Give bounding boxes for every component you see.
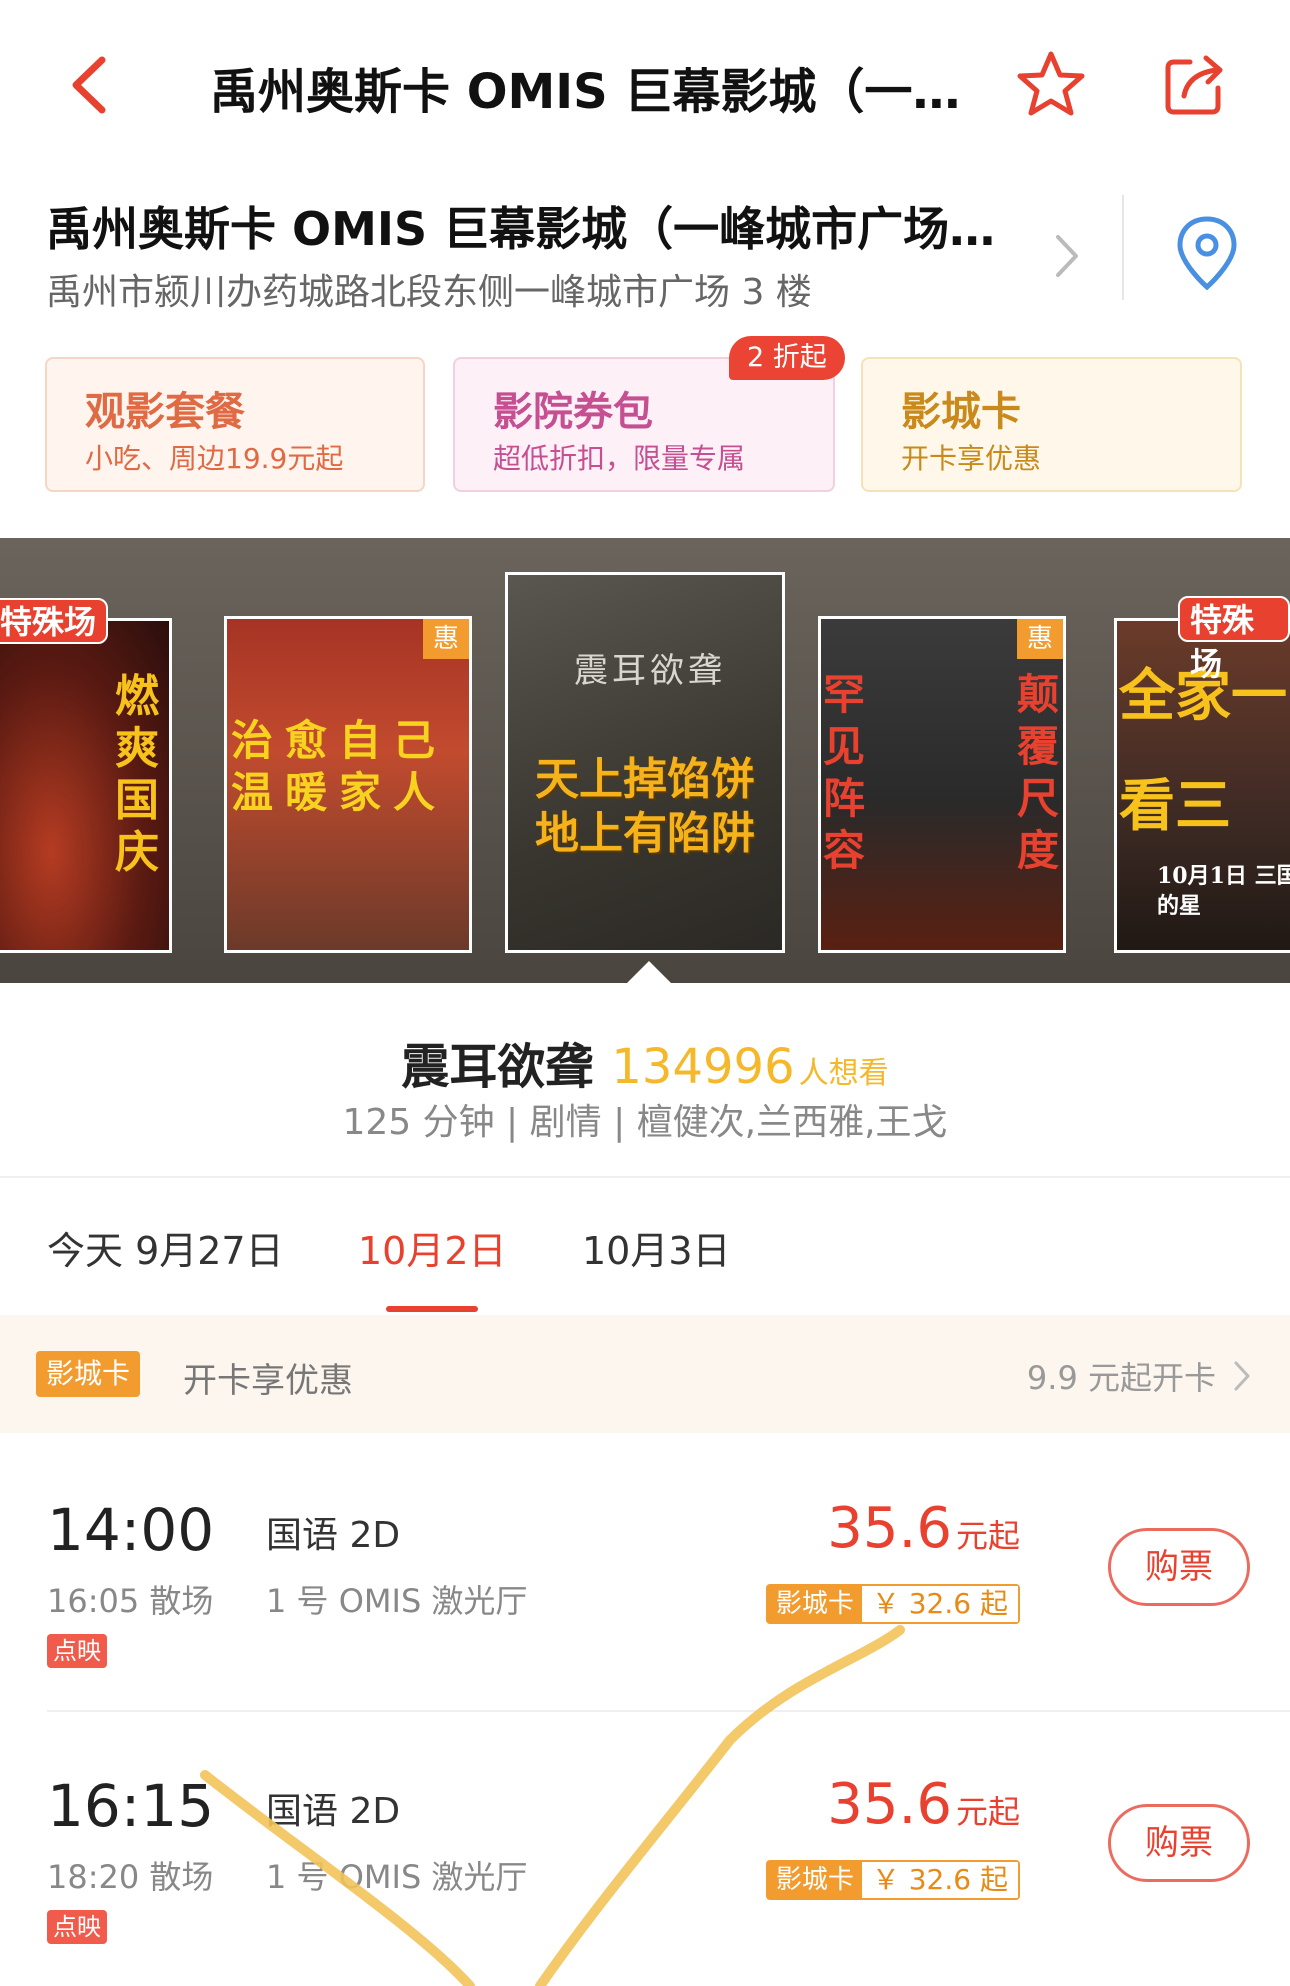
- chevron-right-icon: [1234, 1361, 1250, 1391]
- special-screening-tag: 特殊场: [1178, 596, 1290, 683]
- tab-date-oct3[interactable]: 10月3日: [582, 1220, 731, 1275]
- active-tab-indicator: [386, 1306, 478, 1312]
- buy-ticket-button[interactable]: 购票: [1108, 1528, 1250, 1606]
- end-time: 16:05 散场: [47, 1582, 214, 1620]
- date-tabs: 今天 9月27日 10月2日 10月3日: [0, 1178, 1290, 1313]
- hall-name: 1 号 OMIS 激光厅: [266, 1858, 528, 1896]
- cinema-card-price: 9.9 元起开卡: [1026, 1359, 1216, 1397]
- movie-poster-selected[interactable]: 震耳欲聋 天上掉馅饼 地上有陷阱: [505, 572, 785, 953]
- poster-carousel[interactable]: 燃爽国庆 特殊场 惠 治愈自己 温暖家人 震耳欲聋 天上掉馅饼 地上有陷阱 惠 …: [0, 538, 1290, 983]
- card-price-label: 影城卡: [767, 1862, 862, 1898]
- promo-title: 影院券包: [493, 389, 653, 435]
- card-price-value: ￥ 32.6 起: [861, 1586, 1018, 1622]
- top-nav-bar: 禹州奥斯卡 OMIS 巨幕影城（一…: [0, 0, 1290, 165]
- promo-title: 影城卡: [901, 389, 1021, 435]
- card-price-label: 影城卡: [767, 1586, 862, 1622]
- language-format: 国语 2D: [266, 1791, 401, 1832]
- poster-text: 天上掉馅饼 地上有陷阱: [535, 754, 755, 859]
- want-label: 人想看: [798, 1056, 889, 1091]
- promo-title: 观影套餐: [85, 389, 245, 435]
- movie-info: 震耳欲聋 134996 人想看 125 分钟 | 剧情 | 檀健次,兰西雅,王戈: [0, 985, 1290, 1175]
- promo-card-combo[interactable]: 观影套餐 小吃、周边19.9元起: [45, 357, 425, 492]
- price: 35.6 元起: [827, 1496, 1020, 1561]
- poster-text: 颠覆尺度: [1017, 670, 1060, 875]
- poster-text: 燃爽国庆: [115, 671, 159, 878]
- selected-indicator: [625, 961, 673, 983]
- special-screening-tag: 特殊场: [0, 598, 109, 644]
- preview-tag: 点映: [47, 1634, 107, 1668]
- poster-text: 治愈自己 温暖家人: [231, 716, 448, 817]
- divider: [1122, 195, 1124, 300]
- start-time: 14:00: [47, 1496, 215, 1564]
- language-format: 国语 2D: [266, 1515, 401, 1556]
- cinema-info[interactable]: 禹州奥斯卡 OMIS 巨幕影城（一峰城市广场… 禹州市颍川办药城路北段东侧一峰城…: [0, 165, 1290, 345]
- location-pin-icon[interactable]: [1172, 213, 1242, 293]
- price-unit: 元起: [955, 1793, 1020, 1831]
- movie-poster[interactable]: 惠 罕见阵容 颠覆尺度: [818, 616, 1066, 953]
- preview-tag: 点映: [47, 1910, 107, 1944]
- buy-ticket-button[interactable]: 购票: [1108, 1804, 1250, 1882]
- showtime-row[interactable]: 14:00 16:05 散场 点映 国语 2D 1 号 OMIS 激光厅 35.…: [0, 1436, 1290, 1711]
- page-title: 禹州奥斯卡 OMIS 巨幕影城（一…: [210, 64, 961, 120]
- poster-text: 10月1日 三国的星: [1157, 863, 1290, 919]
- promo-subtitle: 小吃、周边19.9元起: [85, 442, 344, 475]
- promo-card-cinema-card[interactable]: 影城卡 开卡享优惠: [861, 357, 1242, 492]
- promo-subtitle: 开卡享优惠: [901, 442, 1042, 475]
- card-price: 影城卡 ￥ 32.6 起: [765, 1584, 1020, 1624]
- chevron-left-icon[interactable]: [60, 50, 120, 120]
- card-price: 影城卡 ￥ 32.6 起: [765, 1860, 1020, 1900]
- price-value: 35.6: [827, 1496, 952, 1561]
- movie-title: 震耳欲聋: [401, 1039, 594, 1095]
- cinema-card-banner[interactable]: 影城卡 开卡享优惠 9.9 元起开卡: [0, 1315, 1290, 1433]
- price: 35.6 元起: [827, 1772, 1020, 1837]
- tab-date-oct2[interactable]: 10月2日: [358, 1220, 507, 1275]
- discount-tag: 惠: [423, 619, 469, 659]
- want-count: 134996: [611, 1039, 795, 1095]
- cinema-card-text: 开卡享优惠: [183, 1361, 353, 1401]
- showtime-row[interactable]: 16:15 18:20 散场 点映 国语 2D 1 号 OMIS 激光厅 35.…: [0, 1712, 1290, 1986]
- poster-text: 罕见阵容: [823, 670, 866, 875]
- poster-title: 震耳欲聋: [574, 651, 726, 691]
- card-price-value: ￥ 32.6 起: [861, 1862, 1018, 1898]
- movie-meta: 125 分钟 | 剧情 | 檀健次,兰西雅,王戈: [342, 1102, 948, 1143]
- discount-badge: 2 折起: [729, 336, 845, 380]
- chevron-right-icon: [1056, 235, 1078, 277]
- hall-name: 1 号 OMIS 激光厅: [266, 1582, 528, 1620]
- movie-poster[interactable]: 燃爽国庆: [0, 618, 172, 953]
- movie-poster[interactable]: 惠 治愈自己 温暖家人: [224, 616, 472, 953]
- tab-date-today[interactable]: 今天 9月27日: [47, 1220, 284, 1275]
- discount-tag: 惠: [1017, 619, 1063, 659]
- price-unit: 元起: [955, 1517, 1020, 1555]
- cinema-name: 禹州奥斯卡 OMIS 巨幕影城（一峰城市广场…: [46, 202, 996, 256]
- price-value: 35.6: [827, 1772, 952, 1837]
- end-time: 18:20 散场: [47, 1858, 214, 1896]
- promo-subtitle: 超低折扣，限量专属: [493, 442, 746, 475]
- star-icon[interactable]: [1015, 48, 1087, 120]
- start-time: 16:15: [47, 1772, 215, 1840]
- cinema-card-badge: 影城卡: [36, 1351, 141, 1397]
- cinema-address: 禹州市颍川办药城路北段东侧一峰城市广场 3 楼: [46, 272, 812, 313]
- share-icon[interactable]: [1160, 48, 1232, 120]
